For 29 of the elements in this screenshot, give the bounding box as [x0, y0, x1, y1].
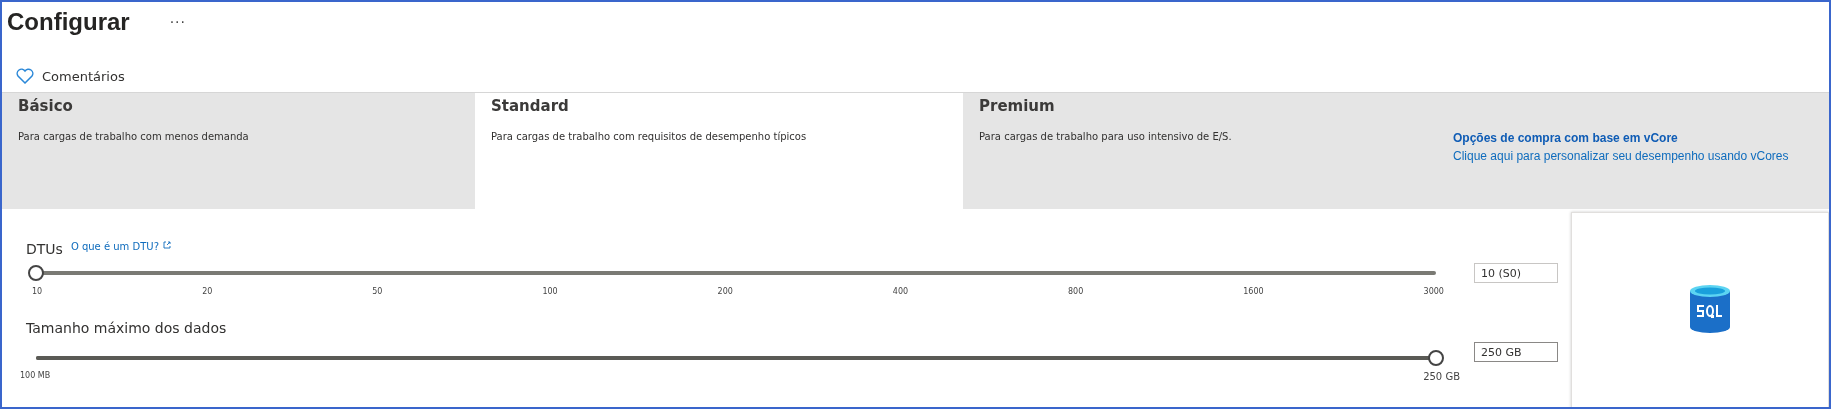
value-field[interactable]: 250 GB [1474, 342, 1558, 362]
max-label: 250 GB [1423, 371, 1460, 382]
help-link[interactable]: O que é um DTU? [70, 241, 159, 252]
tick-label: 20 [202, 287, 213, 296]
tick-label: 800 [1068, 287, 1084, 296]
min-label: 100 MB [20, 371, 51, 382]
tier-tab[interactable]: Básico Para cargas de trabalho com menos demanda [2, 93, 475, 209]
tier-tab[interactable]: Standard Para cargas de trabalho com requisitos de desempenho típicos [475, 93, 963, 209]
slider-thumb[interactable] [28, 265, 44, 281]
vcore-link[interactable]: Clique aqui para personalizar seu desempenho usando vCores [1453, 149, 1829, 163]
database-icon [1688, 283, 1732, 335]
vcore-title: Opções de compra com base em vCore [1453, 131, 1679, 145]
tier-tab[interactable]: Premium Para cargas de trabalho para uso intensivo de E/S. [963, 93, 1453, 209]
slider-thumb[interactable] [1428, 350, 1444, 366]
slider-label: Tamanho máximo dos dados [26, 320, 227, 336]
external-link-icon [162, 241, 171, 249]
tick-label: 200 [717, 287, 733, 296]
tick-label: 100 [542, 287, 558, 296]
tick-label: 10 [32, 287, 43, 296]
feedback-link[interactable]: Comentários [42, 68, 125, 84]
heart-icon [16, 68, 34, 84]
page-title: Configurar [7, 8, 130, 36]
value-field[interactable]: 10 (S0) [1474, 263, 1558, 283]
tick-label: 1600 [1243, 287, 1264, 296]
tick-label: 3000 [1423, 287, 1444, 296]
tick-label: 400 [892, 287, 909, 296]
more-button[interactable]: ··· [169, 14, 187, 30]
tick-label: 50 [372, 287, 383, 296]
slider-label: DTUs [26, 241, 63, 257]
